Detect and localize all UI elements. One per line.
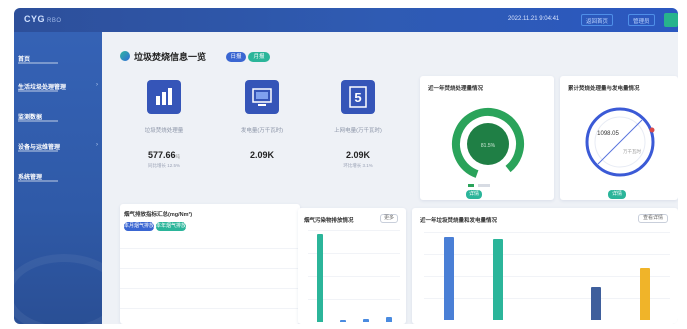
svg-text:5: 5 [354,90,361,105]
monitor-icon [245,80,279,114]
stat-label: 上网电量(万千瓦时) [334,128,382,134]
emission-card: 烟气污染物排放情况 更多 [298,208,406,324]
tab-monthly-flue[interactable]: 本月烟气排放 [124,222,154,231]
gauge-card: 累计焚烧处理量与发电量情况 1098.05 万千瓦时 详情 [560,76,678,200]
sidebar-item-underline [18,90,58,92]
sidebar-item-monitor[interactable]: 监测数据 [18,112,100,130]
main-content: 垃圾焚烧信息一览 日报 月报 垃圾焚烧处理量 577.66吨 同比增长 12.5… [102,32,678,324]
card-title: 近一年垃圾焚烧量和发电量情况 [420,218,498,224]
grid-line [120,268,300,269]
sidebar-item-underline [18,180,58,182]
yearly-bar[interactable] [443,237,454,320]
user-button[interactable]: 管理员 [628,14,655,26]
gauge-detail-button[interactable]: 详情 [608,190,626,199]
tab-yearly-flue[interactable]: 本年烟气排放 [156,222,186,231]
grid-line [424,298,670,299]
stat-unit: 吨 [175,154,181,159]
emission-bar[interactable] [362,319,369,322]
stat-sub: 同比增长 12.5% [147,163,180,168]
yearly-bar[interactable] [591,287,602,320]
logo-text: CYG [24,14,46,24]
document-s-icon: 5 [341,80,375,114]
stat-number: 577.66 [147,150,176,160]
card-title: 烟气污染物排放情况 [304,218,354,224]
settings-icon[interactable] [664,13,678,27]
app-window: CYG RBO 2022.11.21 9:04:41 返回首页 管理员 首页 生活… [14,8,678,324]
card-title: 近一年焚烧处理量情况 [428,86,484,92]
gauge-sub: 万千瓦时 [623,148,641,155]
sidebar-decoration [14,254,102,324]
grid-line [308,230,400,231]
sidebar-item-underline [18,150,58,152]
yearly-bar[interactable] [492,239,503,320]
emission-more-button[interactable]: 更多 [380,214,398,223]
card-title: 累计焚烧处理量与发电量情况 [568,86,640,92]
leaf-icon [120,51,130,61]
sidebar-item-equipment[interactable]: 设备与运维管理 › [18,142,100,160]
stat-generation: 发电量(万千瓦时) 2.09K [222,80,302,163]
stat-grid: 5 上网电量(万千瓦时) 2.09K 环比增长 3.1% [318,80,398,169]
donut-center-label: 81.5% [481,143,496,149]
sidebar-item-system[interactable]: 系统管理 [18,172,100,190]
chevron-right-icon: › [96,142,98,148]
app-logo[interactable]: CYG RBO [24,14,62,24]
stat-label: 发电量(万千瓦时) [240,128,284,134]
sidebar-item-waste[interactable]: 生活垃圾处理管理 › [18,82,100,100]
bar-chart-icon [147,80,181,114]
grid-line [120,248,300,249]
sidebar-item-home[interactable]: 首页 [18,54,100,72]
stat-label: 垃圾焚烧处理量 [144,128,184,134]
yearly-card: 近一年垃圾焚烧量和发电量情况 查看详情 [412,208,678,324]
grid-line [424,276,670,277]
stat-value: 577.66吨 [124,150,204,160]
donut-chart: 81.5% [451,108,524,180]
emission-plot-area [308,230,400,322]
grid-line [424,232,670,233]
donut-detail-button[interactable]: 详情 [466,190,482,199]
home-button[interactable]: 返回首页 [581,14,614,26]
stat-value: 2.09K [318,150,398,160]
sidebar-item-underline [18,120,58,122]
gauge-value: 1098.05 [597,131,619,137]
emission-bar[interactable] [385,316,392,322]
donut-card: 近一年焚烧处理量情况 81.5% 详情 [420,76,554,200]
stat-value: 2.09K [222,150,302,160]
yearly-detail-button[interactable]: 查看详情 [638,214,668,223]
logo-sub-text: RBO [47,18,62,24]
datetime-display: 2022.11.21 9:04:41 [508,16,560,22]
card-title: 烟气排放指标汇总(mg/Nm³) [124,212,193,218]
chevron-right-icon: › [96,82,98,88]
flue-gas-card: 烟气排放指标汇总(mg/Nm³) 本月烟气排放 本年烟气排放 [120,204,300,324]
stat-sub: 环比增长 3.1% [343,163,373,168]
stat-number: 2.09K [249,150,275,160]
gauge-chart: 1098.05 万千瓦时 [585,107,655,177]
monthly-tab[interactable]: 月报 [248,52,270,62]
grid-line [424,254,670,255]
sidebar-item-underline [18,62,58,64]
grid-line [120,288,300,289]
legend-swatch [468,184,474,187]
emission-bar[interactable] [339,320,346,322]
sidebar: 首页 生活垃圾处理管理 › 监测数据 设备与运维管理 › 系统管理 [14,32,102,324]
yearly-bar[interactable] [640,268,651,320]
legend-swatch [478,184,490,187]
yearly-plot-area [424,232,670,320]
grid-line [120,308,300,309]
page-title: 垃圾焚烧信息一览 [134,52,207,62]
stat-number: 2.09K [345,150,371,160]
emission-bar[interactable] [316,233,323,322]
top-bar: CYG RBO 2022.11.21 9:04:41 返回首页 管理员 [14,8,678,32]
stat-processed: 垃圾焚烧处理量 577.66吨 同比增长 12.5% [124,80,204,169]
daily-tab[interactable]: 日报 [226,52,246,62]
